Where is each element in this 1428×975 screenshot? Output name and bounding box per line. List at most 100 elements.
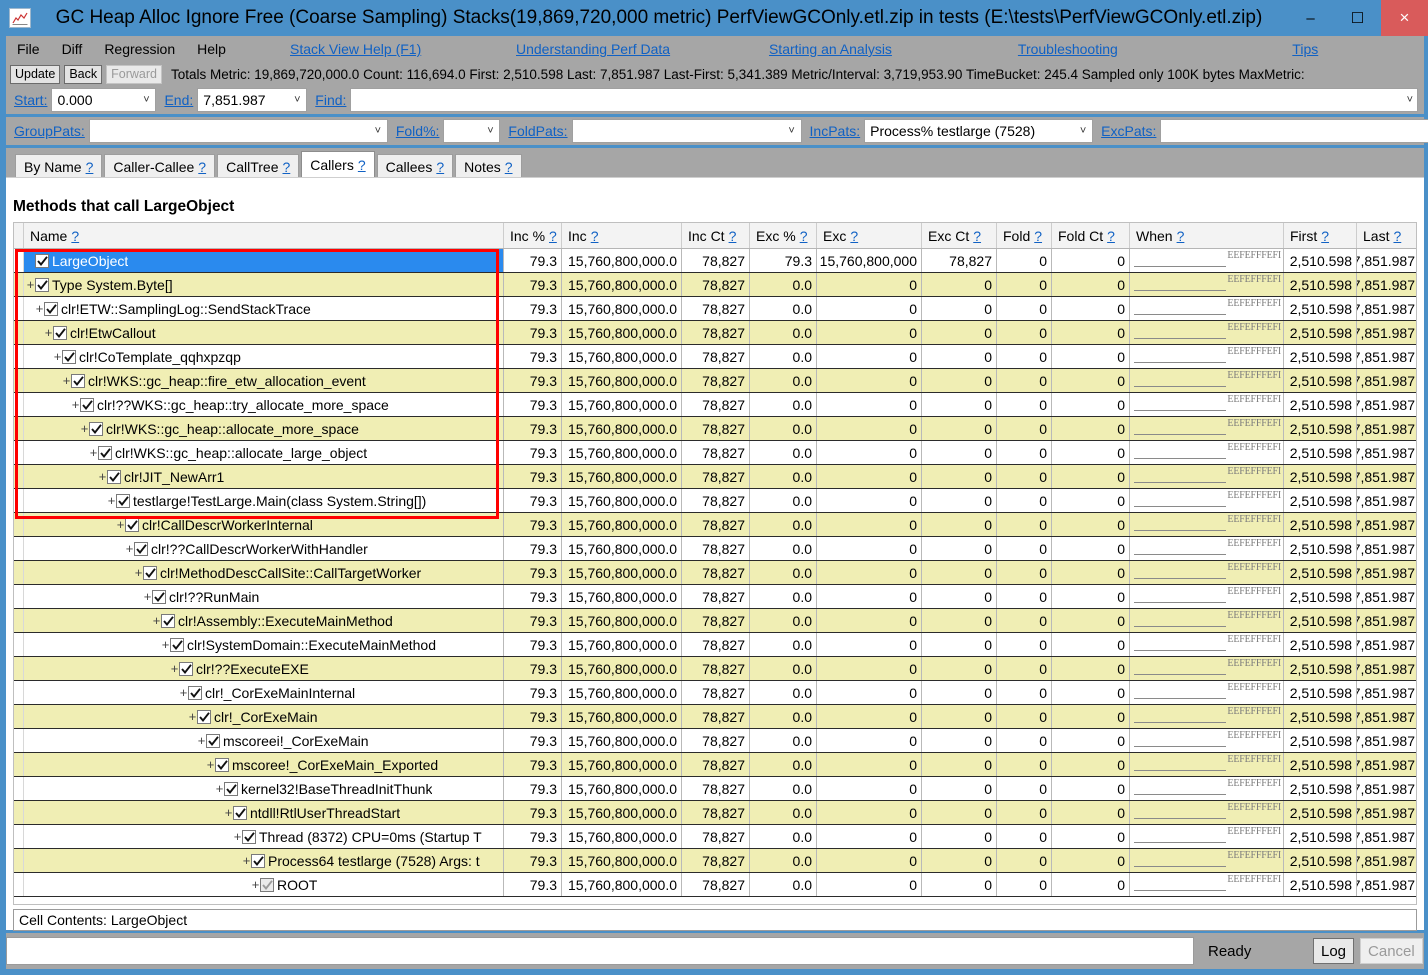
expand-plus-icon[interactable]: +	[224, 806, 233, 819]
tab-calltree[interactable]: CallTree?	[217, 154, 299, 178]
cell-exc[interactable]: 0	[817, 537, 922, 560]
cell-inc[interactable]: 15,760,800,000.0	[562, 489, 682, 512]
cell-exc-ct[interactable]: 78,827	[922, 249, 997, 272]
cell-exc-ct[interactable]: 0	[922, 801, 997, 824]
expand-plus-icon[interactable]: +	[197, 734, 206, 747]
cell-exc-ct[interactable]: 0	[922, 825, 997, 848]
cell-fold-ct[interactable]: 0	[1052, 297, 1130, 320]
incpats-label[interactable]: IncPats:	[810, 123, 861, 139]
cell-exc-[interactable]: 0.0	[750, 297, 817, 320]
cell-first[interactable]: 2,510.598	[1284, 825, 1357, 848]
cell-when[interactable]: EEFEFFFEFI	[1130, 609, 1284, 632]
row-checkbox[interactable]	[62, 350, 76, 364]
tab-by-name[interactable]: By Name?	[15, 154, 102, 178]
cell-last[interactable]: 7,851.987	[1357, 465, 1417, 488]
cell-first[interactable]: 2,510.598	[1284, 729, 1357, 752]
cell-name[interactable]: +clr!SystemDomain::ExecuteMainMethod	[24, 633, 504, 656]
cell-fold-ct[interactable]: 0	[1052, 393, 1130, 416]
column-header-inc-[interactable]: Inc %?	[504, 223, 562, 248]
cell-exc-ct[interactable]: 0	[922, 369, 997, 392]
table-row[interactable]: +ROOT79.315,760,800,000.078,8270.00000EE…	[14, 873, 1416, 897]
cell-fold[interactable]: 0	[997, 873, 1052, 896]
cell-when[interactable]: EEFEFFFEFI	[1130, 297, 1284, 320]
cell-exc[interactable]: 0	[817, 321, 922, 344]
cell-inc[interactable]: 15,760,800,000.0	[562, 777, 682, 800]
column-header-fold[interactable]: Fold?	[997, 223, 1052, 248]
cell-inc-ct[interactable]: 78,827	[682, 801, 750, 824]
table-row[interactable]: +ntdll!RtlUserThreadStart79.315,760,800,…	[14, 801, 1416, 825]
row-checkbox[interactable]	[35, 254, 49, 268]
cell-inc-[interactable]: 79.3	[504, 873, 562, 896]
cell-inc-[interactable]: 79.3	[504, 729, 562, 752]
cell-exc-ct[interactable]: 0	[922, 417, 997, 440]
tab-help-icon[interactable]: ?	[436, 159, 444, 175]
row-checkbox[interactable]	[107, 470, 121, 484]
cell-exc-ct[interactable]: 0	[922, 321, 997, 344]
cell-inc-ct[interactable]: 78,827	[682, 369, 750, 392]
cell-inc-ct[interactable]: 78,827	[682, 825, 750, 848]
cell-last[interactable]: 7,851.987	[1357, 609, 1417, 632]
expand-plus-icon[interactable]: +	[44, 326, 53, 339]
cell-first[interactable]: 2,510.598	[1284, 513, 1357, 536]
incpats-combo[interactable]: Process% testlarge (7528) ˅	[864, 119, 1093, 143]
cell-first[interactable]: 2,510.598	[1284, 249, 1357, 272]
cell-fold[interactable]: 0	[997, 729, 1052, 752]
menu-regression[interactable]: Regression	[93, 41, 186, 57]
cell-exc-[interactable]: 0.0	[750, 513, 817, 536]
cell-exc-ct[interactable]: 0	[922, 609, 997, 632]
cell-first[interactable]: 2,510.598	[1284, 873, 1357, 896]
cell-exc[interactable]: 0	[817, 513, 922, 536]
cell-inc[interactable]: 15,760,800,000.0	[562, 537, 682, 560]
cell-exc-ct[interactable]: 0	[922, 465, 997, 488]
cell-when[interactable]: EEFEFFFEFI	[1130, 393, 1284, 416]
cell-last[interactable]: 7,851.987	[1357, 369, 1417, 392]
cell-inc-[interactable]: 79.3	[504, 705, 562, 728]
cell-fold-ct[interactable]: 0	[1052, 273, 1130, 296]
cell-inc-ct[interactable]: 78,827	[682, 729, 750, 752]
cell-exc-ct[interactable]: 0	[922, 849, 997, 872]
expand-plus-icon[interactable]: +	[80, 422, 89, 435]
cell-inc-[interactable]: 79.3	[504, 801, 562, 824]
cell-last[interactable]: 7,851.987	[1357, 633, 1417, 656]
cell-name[interactable]: LargeObject	[24, 249, 504, 272]
cell-last[interactable]: 7,851.987	[1357, 321, 1417, 344]
cell-exc-ct[interactable]: 0	[922, 345, 997, 368]
cell-inc-ct[interactable]: 78,827	[682, 441, 750, 464]
cell-first[interactable]: 2,510.598	[1284, 849, 1357, 872]
foldpats-label[interactable]: FoldPats:	[508, 123, 567, 139]
tab-callers[interactable]: Callers?	[301, 151, 374, 178]
cell-exc-[interactable]: 0.0	[750, 633, 817, 656]
cell-when[interactable]: EEFEFFFEFI	[1130, 537, 1284, 560]
cell-fold[interactable]: 0	[997, 297, 1052, 320]
cell-fold-ct[interactable]: 0	[1052, 753, 1130, 776]
table-row[interactable]: +Thread (8372) CPU=0ms (Startup T79.315,…	[14, 825, 1416, 849]
column-header-exc-[interactable]: Exc %?	[750, 223, 817, 248]
cell-exc[interactable]: 0	[817, 297, 922, 320]
cell-exc-[interactable]: 0.0	[750, 417, 817, 440]
column-header-exc[interactable]: Exc?	[817, 223, 922, 248]
cell-exc-[interactable]: 0.0	[750, 849, 817, 872]
grouppats-label[interactable]: GroupPats:	[14, 123, 85, 139]
cell-name[interactable]: +clr!MethodDescCallSite::CallTargetWorke…	[24, 561, 504, 584]
cell-name[interactable]: +ntdll!RtlUserThreadStart	[24, 801, 504, 824]
cell-fold[interactable]: 0	[997, 393, 1052, 416]
cell-inc-ct[interactable]: 78,827	[682, 777, 750, 800]
cell-fold[interactable]: 0	[997, 561, 1052, 584]
row-checkbox[interactable]	[251, 854, 265, 868]
cell-exc[interactable]: 0	[817, 585, 922, 608]
column-header-fold-ct[interactable]: Fold Ct?	[1052, 223, 1130, 248]
cell-name[interactable]: +testlarge!TestLarge.Main(class System.S…	[24, 489, 504, 512]
table-row[interactable]: +clr!_CorExeMain79.315,760,800,000.078,8…	[14, 705, 1416, 729]
foldpats-combo[interactable]: ˅	[572, 119, 802, 143]
cell-last[interactable]: 7,851.987	[1357, 801, 1417, 824]
menu-file[interactable]: File	[6, 41, 51, 57]
row-checkbox[interactable]	[179, 662, 193, 676]
cell-inc-[interactable]: 79.3	[504, 345, 562, 368]
cell-exc-ct[interactable]: 0	[922, 273, 997, 296]
cell-name[interactable]: +clr!CallDescrWorkerInternal	[24, 513, 504, 536]
cell-exc-[interactable]: 79.3	[750, 249, 817, 272]
column-header-first[interactable]: First?	[1284, 223, 1357, 248]
expand-plus-icon[interactable]: +	[152, 614, 161, 627]
cell-exc[interactable]: 0	[817, 873, 922, 896]
cell-when[interactable]: EEFEFFFEFI	[1130, 345, 1284, 368]
